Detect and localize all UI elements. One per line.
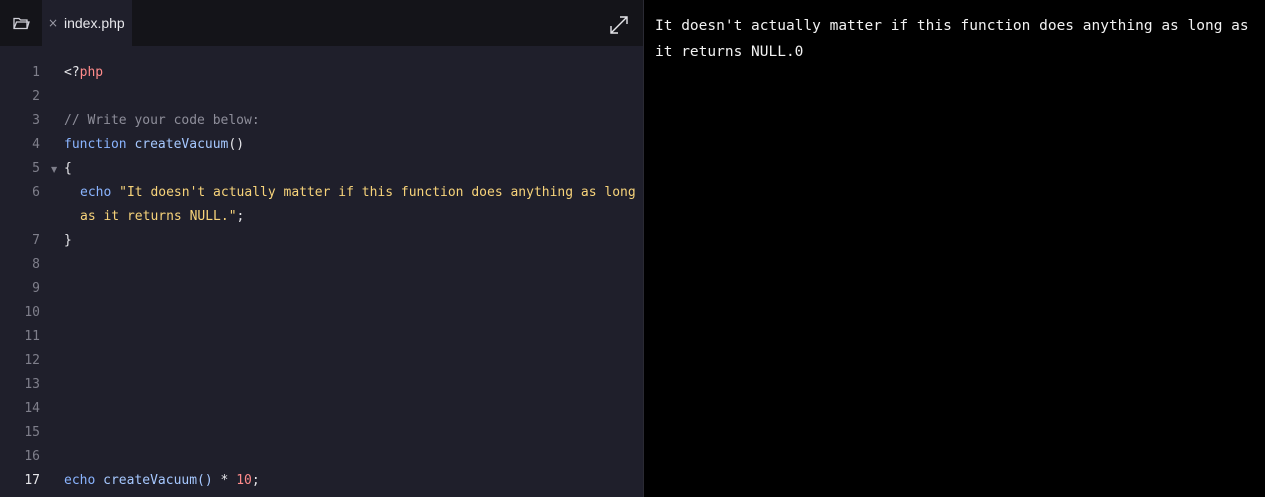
line-number: 15 bbox=[24, 425, 40, 440]
number-literal: 10 bbox=[236, 473, 252, 488]
echo-keyword: echo bbox=[80, 185, 112, 200]
line-number: 9 bbox=[32, 281, 40, 296]
open-brace: { bbox=[64, 161, 72, 176]
function-keyword: function bbox=[64, 137, 127, 152]
line-number: 2 bbox=[32, 89, 40, 104]
code-line: function createVacuum() bbox=[64, 137, 244, 152]
function-name: createVacuum bbox=[134, 137, 229, 152]
close-icon[interactable]: × bbox=[48, 16, 60, 30]
function-call: createVacuum() bbox=[103, 473, 213, 488]
line-number: 5 bbox=[32, 161, 40, 176]
code-line: <?php bbox=[64, 65, 103, 80]
file-tree-button[interactable] bbox=[0, 0, 42, 46]
line-number: 4 bbox=[32, 137, 40, 152]
line-number-active: 17 bbox=[24, 473, 40, 488]
semicolon: ; bbox=[251, 473, 260, 488]
close-brace: } bbox=[64, 233, 72, 248]
tab-label: index.php bbox=[64, 15, 125, 31]
php-open-tag: <? bbox=[64, 65, 80, 80]
line-number: 10 bbox=[24, 305, 40, 320]
string-literal: "It doesn't actually matter if this func… bbox=[119, 185, 636, 200]
line-number: 3 bbox=[32, 113, 40, 128]
tab-bar: × index.php bbox=[0, 0, 643, 46]
php-keyword: php bbox=[79, 65, 104, 80]
code-line: echo createVacuum() * 10; bbox=[64, 473, 260, 488]
line-number: 8 bbox=[32, 257, 40, 272]
code-line-wrapped: as it returns NULL."; bbox=[80, 209, 244, 224]
line-number: 13 bbox=[24, 377, 40, 392]
operator: * bbox=[212, 473, 237, 488]
output-pane: It doesn't actually matter if this funct… bbox=[643, 0, 1265, 497]
line-number: 11 bbox=[24, 329, 40, 344]
line-number: 16 bbox=[24, 449, 40, 464]
code-line: } bbox=[64, 233, 72, 248]
code-comment: // Write your code below: bbox=[64, 113, 260, 128]
line-number: 14 bbox=[24, 401, 40, 416]
tab-index-php[interactable]: × index.php bbox=[42, 0, 132, 46]
code-editor-pane: × index.php 1 2 3 4 5 6 7 8 9 10 11 12 1… bbox=[0, 0, 643, 497]
code-line: { bbox=[64, 161, 72, 176]
code-line: // Write your code below: bbox=[64, 113, 260, 128]
expand-icon bbox=[610, 16, 628, 34]
string-literal-continued: as it returns NULL." bbox=[80, 209, 237, 224]
line-number: 1 bbox=[32, 65, 40, 80]
code-line: echo "It doesn't actually matter if this… bbox=[80, 185, 636, 200]
echo-keyword: echo bbox=[64, 473, 96, 488]
line-number: 6 bbox=[32, 185, 40, 200]
line-number: 7 bbox=[32, 233, 40, 248]
fold-toggle-icon[interactable]: ▼ bbox=[51, 165, 57, 174]
output-text: It doesn't actually matter if this funct… bbox=[655, 18, 1249, 60]
line-number: 12 bbox=[24, 353, 40, 368]
semicolon: ; bbox=[236, 209, 245, 224]
expand-button[interactable] bbox=[608, 14, 630, 36]
parens: () bbox=[228, 137, 245, 152]
folder-icon bbox=[12, 17, 30, 30]
